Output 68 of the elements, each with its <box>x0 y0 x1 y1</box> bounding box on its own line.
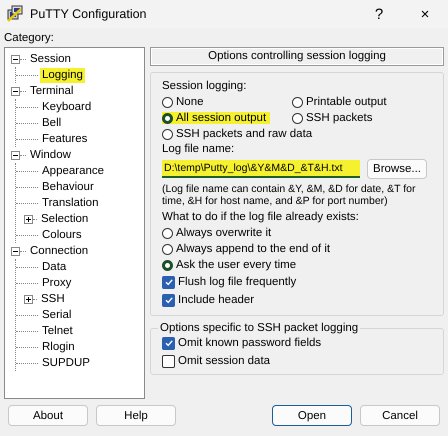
tree-item[interactable]: Data <box>40 260 68 274</box>
hint-text: (Log file name can contain &Y, &M, &D for date, &T for time, &H for host name, and &P for port number) <box>162 183 416 207</box>
radio-button[interactable] <box>162 244 173 254</box>
plus-box-icon[interactable] <box>24 214 33 224</box>
close-button[interactable]: × <box>402 0 448 28</box>
window-title: PuTTY Configuration <box>30 7 148 21</box>
checkbox[interactable] <box>162 294 175 306</box>
tree-item[interactable]: Connection <box>28 244 90 258</box>
field-label: Log file name: <box>162 142 234 157</box>
tree-item[interactable]: Features <box>40 132 90 146</box>
checkbox[interactable] <box>162 276 175 288</box>
option-label: Always append to the end of it <box>176 243 330 255</box>
minus-box-icon[interactable] <box>11 86 20 96</box>
option-label: Printable output <box>306 96 387 108</box>
tree-item[interactable]: Behaviour <box>40 180 96 194</box>
option-label: Flush log file frequently <box>178 276 296 288</box>
radio-button[interactable] <box>292 112 303 124</box>
radio-button[interactable] <box>292 96 303 108</box>
browse-button[interactable]: Browse... <box>367 159 427 179</box>
radio-button[interactable] <box>162 228 173 238</box>
tree-item[interactable]: Rlogin <box>40 340 77 354</box>
radio-button[interactable] <box>162 112 173 124</box>
section-label: What to do if the log file already exists: <box>162 210 359 225</box>
option-label: Omit session data <box>178 355 270 367</box>
plus-box-icon[interactable] <box>24 294 33 304</box>
tree-item[interactable]: Logging <box>40 68 85 82</box>
group-title: Options specific to SSH packet logging <box>159 322 360 334</box>
option-label: Ask the user every time <box>176 259 296 271</box>
option-label: All session output <box>176 112 266 124</box>
dialog-button[interactable]: Cancel <box>360 405 440 426</box>
option-label: SSH packets and raw data <box>176 128 312 140</box>
minus-box-icon[interactable] <box>11 54 20 64</box>
checkbox[interactable] <box>162 354 175 368</box>
help-button[interactable]: ? <box>356 0 402 28</box>
checkmark-icon <box>164 338 174 348</box>
tree-item[interactable]: SUPDUP <box>40 356 92 370</box>
tree-item[interactable]: Selection <box>39 212 90 226</box>
radio-button[interactable] <box>162 260 173 270</box>
tree-item[interactable]: Translation <box>40 196 100 210</box>
tree-item[interactable]: Terminal <box>28 84 76 98</box>
checkbox[interactable] <box>162 336 175 350</box>
tree-item[interactable]: Session <box>28 52 73 66</box>
tree-item[interactable]: Serial <box>40 308 74 322</box>
option-label: SSH packets <box>306 112 372 124</box>
category-label: Category: <box>4 32 54 44</box>
panel-header: Options controlling session logging <box>150 47 444 66</box>
tree-item[interactable]: Proxy <box>40 276 74 290</box>
dialog-button[interactable]: About <box>8 405 88 426</box>
tree-item[interactable]: Appearance <box>40 164 106 178</box>
tree-item[interactable]: Window <box>28 148 73 162</box>
minus-box-icon[interactable] <box>11 246 20 256</box>
tree-item[interactable]: Keyboard <box>40 100 94 114</box>
tree-item[interactable]: Bell <box>40 116 64 130</box>
input-field[interactable]: D:\temp\Putty_log\&Y&M&D_&T&H.txt <box>162 160 360 178</box>
radio-button[interactable] <box>162 128 173 140</box>
minus-box-icon[interactable] <box>11 150 20 160</box>
option-label: None <box>176 96 204 108</box>
tree-item[interactable]: SSH <box>39 292 67 306</box>
option-label: Include header <box>178 294 254 306</box>
option-label: Always overwrite it <box>176 227 272 239</box>
dialog-button[interactable]: Open <box>272 405 352 426</box>
computer-icon <box>6 5 24 23</box>
tree-item[interactable]: Telnet <box>40 324 75 338</box>
dialog-button[interactable]: Help <box>96 405 176 426</box>
section-label: Session logging: <box>162 79 246 94</box>
radio-button[interactable] <box>162 96 173 108</box>
tree-item[interactable]: Colours <box>40 228 84 242</box>
option-label: Omit known password fields <box>178 337 322 349</box>
